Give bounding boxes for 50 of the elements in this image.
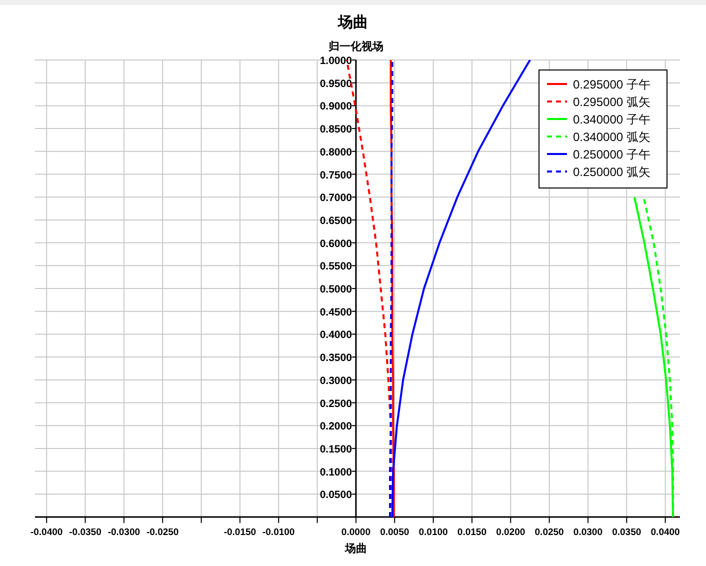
- x-tick-label: -0.0350: [69, 527, 102, 538]
- y-tick-label: 0.1000: [320, 466, 352, 478]
- legend-label: 0.250000 弧矢: [573, 165, 650, 179]
- x-tick-label: 0.0000: [341, 527, 370, 538]
- x-tick-label: 0.0100: [418, 527, 448, 538]
- legend-line-icon: [547, 83, 567, 85]
- y-tick-label: 0.2000: [320, 420, 352, 433]
- y-tick-label: 0.5000: [320, 284, 352, 296]
- x-tick-label: -0.0100: [262, 527, 295, 538]
- y-tick-label: 0.8000: [320, 146, 352, 158]
- y-tick-label: 0.3000: [320, 374, 352, 387]
- y-tick-label: 0.7500: [320, 169, 352, 182]
- y-tick-label: 0.9500: [320, 78, 352, 90]
- x-tick-label: 0.0350: [612, 527, 642, 538]
- x-tick-label: 0.0150: [457, 527, 486, 538]
- y-tick-label: 0.4000: [320, 329, 352, 342]
- legend-label: 0.295000 子午: [573, 78, 650, 92]
- legend-line-icon: [547, 153, 567, 155]
- y-tick-label: 1.0000: [320, 55, 352, 67]
- y-tick-label: 0.5500: [320, 260, 352, 273]
- y-tick-label: 0.0500: [320, 489, 352, 502]
- y-tick-label: 0.8500: [320, 124, 352, 136]
- legend-label: 0.295000 弧矢: [573, 95, 650, 109]
- x-axis-title: 场曲: [344, 543, 367, 555]
- x-tick-label: 0.0250: [534, 527, 564, 538]
- x-tick-label: 0.0200: [496, 527, 526, 538]
- legend-label: 0.340000 子午: [573, 112, 650, 126]
- y-tick-label: 0.9000: [320, 100, 352, 113]
- x-tick-label: -0.0250: [146, 527, 179, 538]
- x-tick-label: -0.0300: [108, 527, 140, 538]
- y-tick-label: 0.3500: [320, 352, 352, 364]
- legend-label: 0.250000 子午: [573, 148, 650, 162]
- y-axis-title: 归一化视场: [328, 41, 384, 53]
- chart-title: 场曲: [338, 14, 368, 31]
- y-tick-label: 0.6500: [320, 214, 352, 227]
- x-tick-label: 0.0300: [573, 527, 602, 538]
- y-tick-label: 0.7000: [320, 192, 352, 204]
- x-tick-label: 0.0050: [380, 527, 410, 538]
- legend-label: 0.340000 弧矢: [573, 130, 650, 144]
- legend-line-icon: [547, 136, 567, 138]
- legend-line-icon: [547, 118, 567, 120]
- x-tick-label: -0.0400: [30, 527, 63, 538]
- legend-line-icon: [547, 100, 567, 102]
- x-tick-label: 0.0400: [650, 527, 680, 538]
- x-tick-label: -0.0150: [224, 527, 256, 538]
- y-tick-label: 0.1500: [320, 443, 352, 456]
- y-tick-label: 0.6000: [320, 238, 352, 250]
- legend-line-icon: [547, 170, 567, 172]
- y-tick-label: 0.2500: [320, 398, 352, 410]
- y-tick-label: 0.4500: [320, 306, 352, 318]
